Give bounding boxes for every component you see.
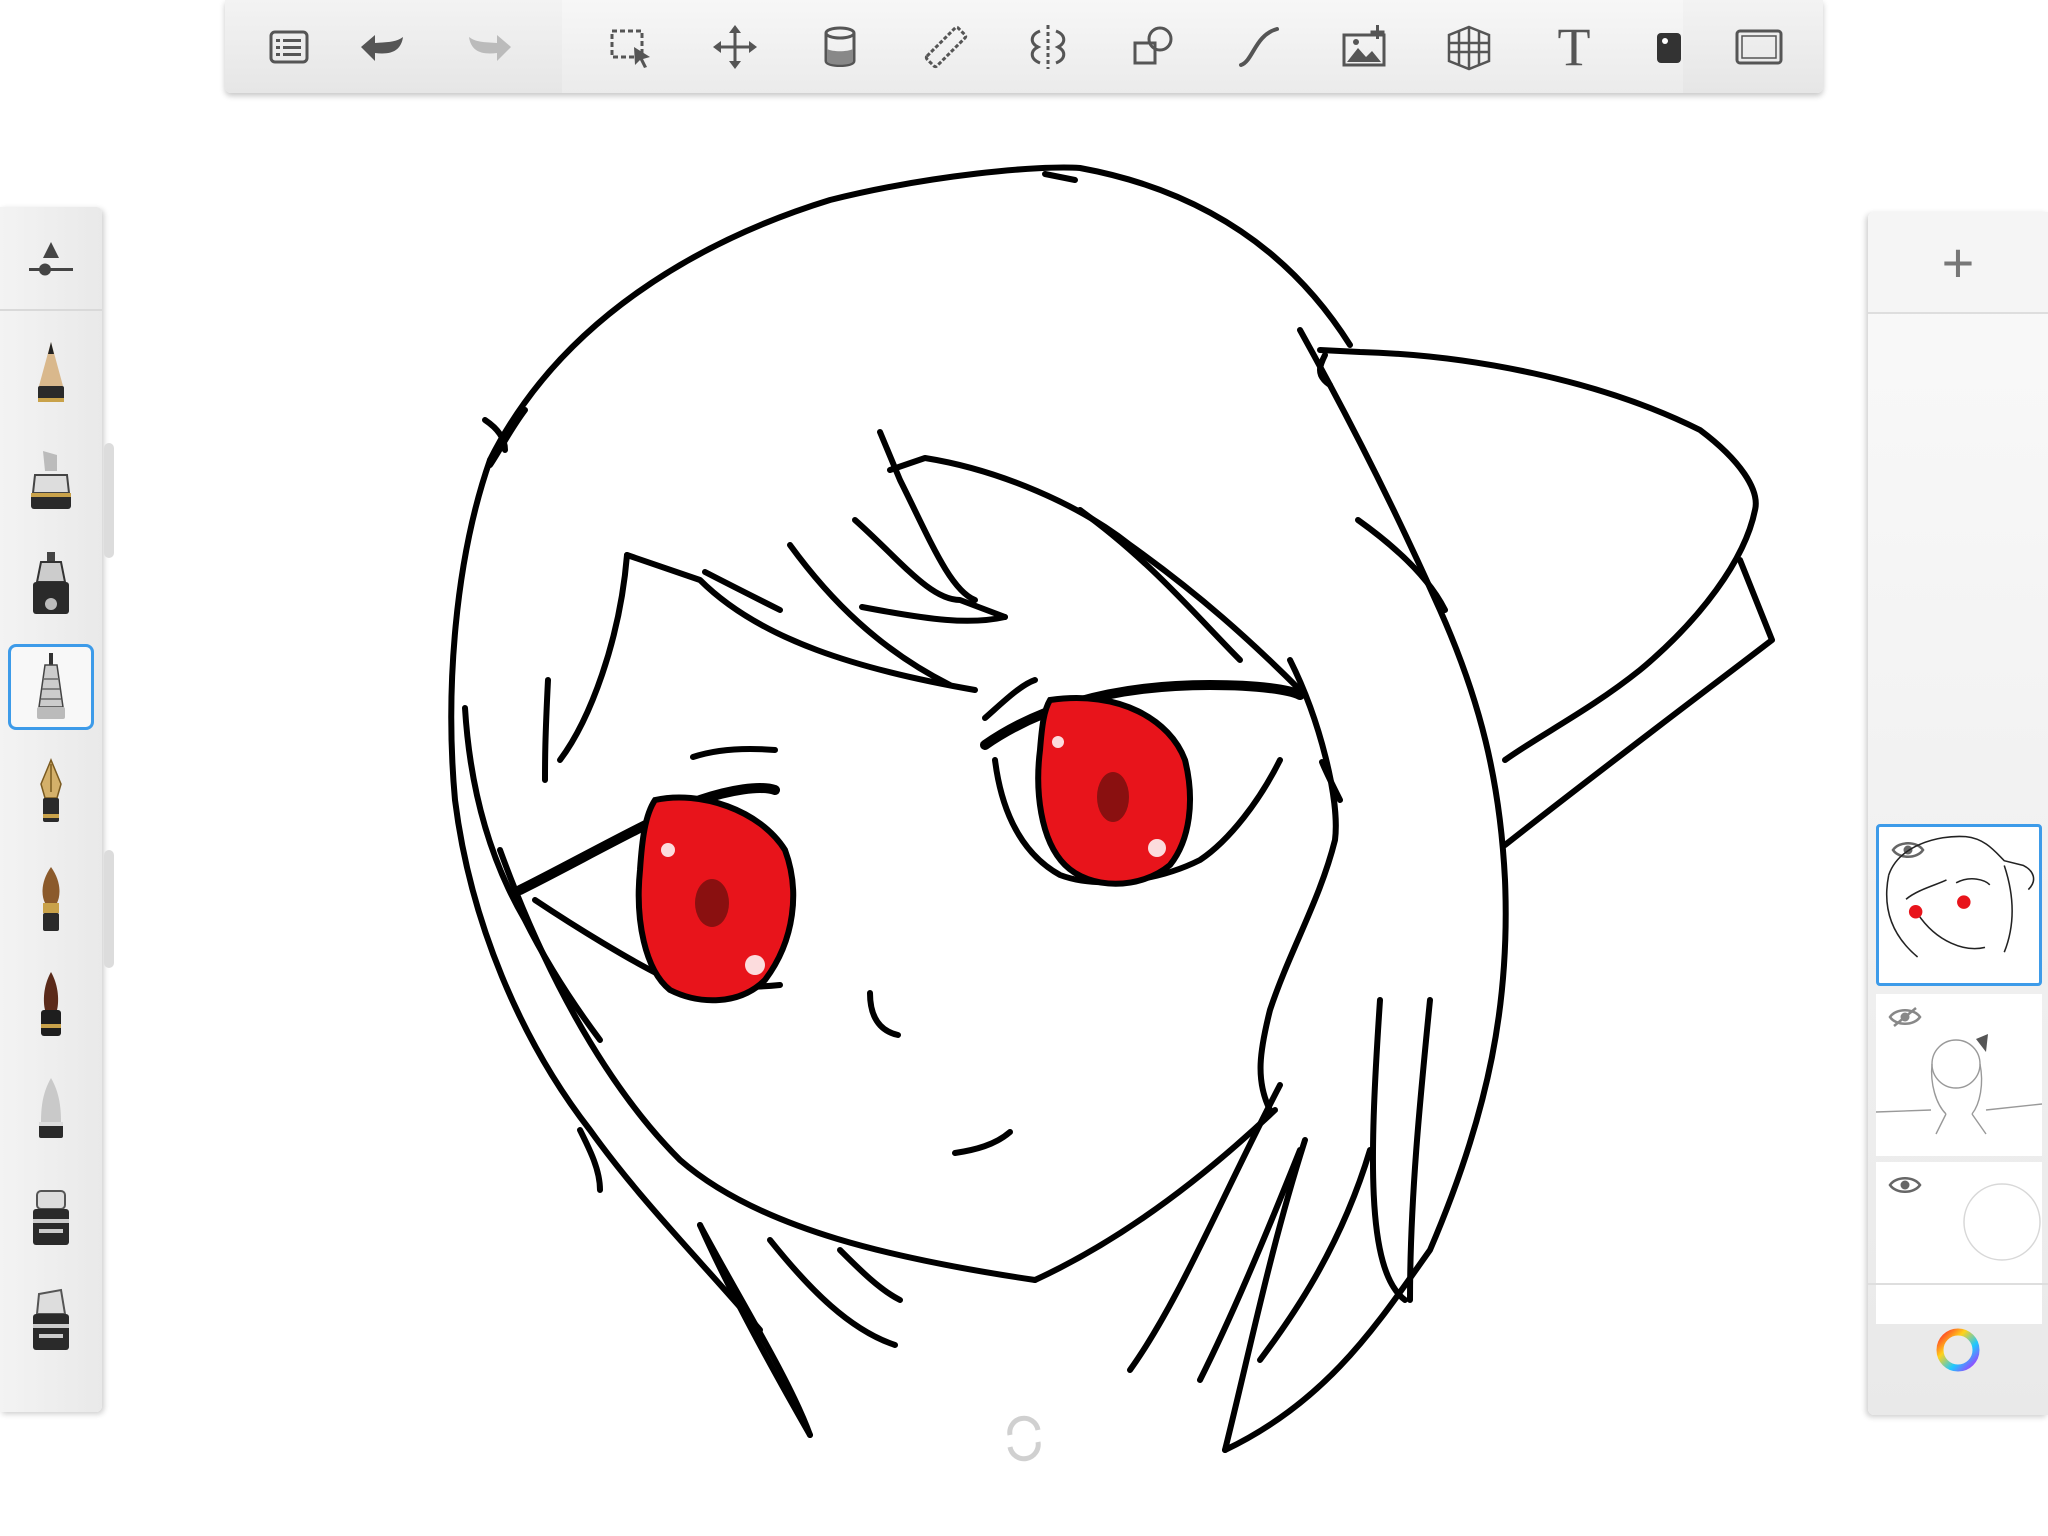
- palette-divider: [0, 309, 102, 311]
- brush-chisel-eraser[interactable]: [8, 1277, 94, 1363]
- copic-icon: [1657, 33, 1681, 63]
- perspective-icon: [1447, 25, 1491, 71]
- ruler-icon: [924, 25, 968, 69]
- fill-button[interactable]: [811, 18, 869, 76]
- layer-thumbnail-2[interactable]: [1876, 994, 2042, 1156]
- layer-2-preview: [1876, 1034, 2042, 1135]
- symmetry-button[interactable]: [1019, 18, 1077, 76]
- menu-icon: [269, 30, 309, 64]
- transform-icon: [713, 25, 757, 69]
- brush-properties-button[interactable]: [8, 219, 94, 305]
- text-icon: T: [1557, 17, 1591, 77]
- marker-icon: [31, 451, 71, 509]
- brush-pencil[interactable]: [8, 331, 94, 417]
- fill-icon: [824, 26, 856, 67]
- import-image-icon: [1342, 25, 1386, 67]
- fullscreen-button[interactable]: [1730, 18, 1788, 76]
- brush-airbrush[interactable]: [8, 541, 94, 627]
- brush-soft-eraser[interactable]: [8, 1067, 94, 1153]
- shapes-button[interactable]: [1124, 18, 1182, 76]
- redo-icon: [469, 35, 511, 61]
- brush-palette-scroll-handle-bottom[interactable]: [104, 850, 114, 968]
- stroke-button[interactable]: [1230, 18, 1288, 76]
- fullscreen-icon: [1735, 29, 1783, 65]
- airbrush-icon: [33, 552, 69, 614]
- transform-button[interactable]: [706, 18, 764, 76]
- selection-icon: [610, 29, 650, 68]
- copic-button[interactable]: [1640, 18, 1698, 76]
- brush-ink-pen[interactable]: [8, 963, 94, 1049]
- selection-button[interactable]: [603, 18, 661, 76]
- import-image-button[interactable]: [1335, 18, 1393, 76]
- hard-eraser-icon: [33, 1190, 69, 1245]
- shapes-icon: [1133, 26, 1173, 65]
- menu-button[interactable]: [260, 18, 318, 76]
- color-editor-button[interactable]: [1868, 1283, 2048, 1415]
- perspective-button[interactable]: [1440, 18, 1498, 76]
- paint-brush-icon: [42, 867, 60, 931]
- chisel-eraser-icon: [33, 1288, 69, 1350]
- sync-icon: [1007, 1415, 1041, 1462]
- text-button[interactable]: T: [1545, 18, 1603, 76]
- brush-palette: [0, 207, 102, 1412]
- brush-fountain-pen[interactable]: [8, 751, 94, 837]
- drawing-canvas[interactable]: [0, 0, 2048, 1536]
- pencil-icon: [38, 342, 64, 402]
- technical-pen-icon: [37, 653, 65, 719]
- ruler-button[interactable]: [917, 18, 975, 76]
- layer-3-preview: [1885, 835, 2035, 958]
- brush-marker[interactable]: [8, 436, 94, 522]
- brush-palette-scroll-handle-top[interactable]: [104, 443, 114, 558]
- color-wheel-icon: [1936, 1328, 1980, 1372]
- brush-technical-pen[interactable]: [8, 644, 94, 730]
- symmetry-icon: [1030, 25, 1066, 69]
- brush-hard-eraser[interactable]: [8, 1172, 94, 1258]
- top-toolbar: T: [225, 0, 1823, 93]
- undo-button[interactable]: [352, 18, 410, 76]
- stroke-icon: [1239, 27, 1279, 67]
- redo-button[interactable]: [462, 18, 520, 76]
- add-layer-button[interactable]: +: [1868, 212, 2048, 314]
- fountain-pen-icon: [40, 758, 62, 822]
- layer-panel: +: [1868, 212, 2048, 1415]
- ink-pen-icon: [41, 972, 61, 1036]
- brush-paint-brush[interactable]: [8, 858, 94, 944]
- undo-icon: [361, 35, 403, 61]
- soft-eraser-icon: [39, 1078, 63, 1138]
- layer-thumbnail-3[interactable]: [1876, 824, 2042, 986]
- brush-size-icon: [29, 242, 73, 276]
